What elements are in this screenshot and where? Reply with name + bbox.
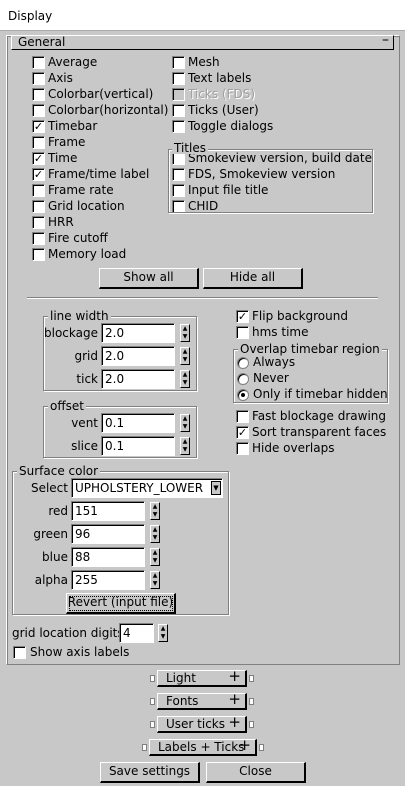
hide-all-button[interactable]: Hide all xyxy=(203,268,303,289)
toggle-dialogs-label: Toggle dialogs xyxy=(188,119,274,133)
hrr-label: HRR xyxy=(48,215,74,229)
surface-select[interactable]: UPHOLSTERY_LOWER ▼ xyxy=(71,478,223,498)
save-settings-button[interactable]: Save settings xyxy=(100,762,200,783)
hms-time-label: hms time xyxy=(252,325,309,339)
select-label: Select xyxy=(30,481,68,495)
average-label: Average xyxy=(48,55,98,69)
window-title: Display xyxy=(8,9,53,23)
fire-cutoff-label: Fire cutoff xyxy=(48,231,108,245)
colorbar-vertical-checkbox[interactable] xyxy=(32,88,45,101)
mesh-label: Mesh xyxy=(188,55,220,69)
colorbar-vertical-label: Colorbar(vertical) xyxy=(48,87,154,101)
ticks-user-label: Ticks (User) xyxy=(188,103,259,117)
timebar-label: Timebar xyxy=(48,119,98,133)
rollout-user-ticks[interactable]: User ticks + xyxy=(150,715,254,733)
toggle-dialogs-checkbox[interactable] xyxy=(172,120,185,133)
memory-load-label: Memory load xyxy=(48,247,127,261)
average-checkbox[interactable] xyxy=(32,56,45,69)
handle-icon xyxy=(249,675,254,682)
handle-icon xyxy=(150,675,155,682)
grid-digits-label: grid location digits: xyxy=(12,626,128,640)
dropdown-arrow-icon[interactable]: ▼ xyxy=(211,481,221,495)
flip-background-label: Flip background xyxy=(252,309,348,323)
handle-icon xyxy=(259,744,264,751)
handle-icon xyxy=(142,744,147,751)
colorbar-horizontal-checkbox[interactable] xyxy=(32,104,45,117)
rollout-label: Fonts xyxy=(166,694,199,708)
line-width-label: line width xyxy=(48,309,111,323)
timebar-checkbox[interactable]: ✓ xyxy=(32,120,45,133)
time-checkbox[interactable]: ✓ xyxy=(32,152,45,165)
mesh-checkbox[interactable] xyxy=(172,56,185,69)
titles-group xyxy=(168,149,373,213)
frame-label: Frame xyxy=(48,135,86,149)
show-axis-labels-checkbox[interactable] xyxy=(13,646,26,659)
flip-background-checkbox[interactable]: ✓ xyxy=(236,310,249,323)
surface-select-value: UPHOLSTERY_LOWER xyxy=(75,481,204,495)
general-header[interactable]: General – xyxy=(11,32,394,50)
fire-cutoff-checkbox[interactable] xyxy=(32,232,45,245)
ticks-fds-label: Ticks (FDS) xyxy=(188,87,256,101)
rollout-fonts[interactable]: Fonts + xyxy=(150,692,254,710)
title-bar: Display xyxy=(0,0,405,31)
colorbar-horizontal-label: Colorbar(horizontal) xyxy=(48,103,169,117)
hrr-checkbox[interactable] xyxy=(32,216,45,229)
hide-overlaps-label: Hide overlaps xyxy=(252,441,335,455)
show-axis-labels-label: Show axis labels xyxy=(30,645,130,659)
handle-icon xyxy=(249,721,254,728)
expand-icon[interactable]: + xyxy=(238,738,251,753)
grid-digits-spinner[interactable]: ▲ ▼ xyxy=(158,624,168,642)
handle-icon xyxy=(150,698,155,705)
rollout-labels-ticks[interactable]: Labels + Ticks + xyxy=(142,738,264,756)
divider xyxy=(27,297,378,299)
overlap-group xyxy=(233,349,388,403)
offset-group xyxy=(43,406,197,458)
surface-color-label: Surface color xyxy=(17,464,101,478)
fast-blockage-drawing-label: Fast blockage drawing xyxy=(252,409,386,423)
expand-icon[interactable]: + xyxy=(228,715,241,730)
text-labels-label: Text labels xyxy=(188,71,252,85)
sort-transparent-faces-label: Sort transparent faces xyxy=(252,425,387,439)
rollout-label: User ticks xyxy=(166,717,226,731)
collapse-icon[interactable]: – xyxy=(382,32,389,48)
text-labels-checkbox[interactable] xyxy=(172,72,185,85)
offset-label: offset xyxy=(48,399,86,413)
overlap-label: Overlap timebar region xyxy=(238,342,382,356)
expand-icon[interactable]: + xyxy=(228,669,241,684)
handle-icon xyxy=(249,698,254,705)
expand-icon[interactable]: + xyxy=(228,692,241,707)
grid-location-checkbox[interactable] xyxy=(32,200,45,213)
axis-label: Axis xyxy=(48,71,73,85)
revert-button[interactable]: Revert (input file) xyxy=(66,593,176,614)
titles-group-label: Titles xyxy=(172,141,208,155)
hms-time-checkbox[interactable] xyxy=(236,326,249,339)
axis-checkbox[interactable] xyxy=(32,72,45,85)
close-button[interactable]: Close xyxy=(206,762,306,783)
grid-location-label: Grid location xyxy=(48,199,125,213)
line-width-group xyxy=(43,316,197,391)
ticks-user-checkbox[interactable] xyxy=(172,104,185,117)
memory-load-checkbox[interactable] xyxy=(32,248,45,261)
hide-overlaps-checkbox[interactable] xyxy=(236,442,249,455)
rollout-light[interactable]: Light + xyxy=(150,669,254,687)
grid-digits-input[interactable]: 4 xyxy=(119,623,154,643)
frame-time-label-checkbox[interactable]: ✓ xyxy=(32,168,45,181)
rollout-label: Light xyxy=(166,671,196,685)
show-all-button[interactable]: Show all xyxy=(99,268,199,289)
handle-icon xyxy=(150,721,155,728)
frame-rate-label: Frame rate xyxy=(48,183,114,197)
sort-transparent-faces-checkbox[interactable]: ✓ xyxy=(236,426,249,439)
rollout-label: Labels + Ticks xyxy=(158,740,245,754)
general-label: General xyxy=(18,35,66,49)
time-label: Time xyxy=(48,151,78,165)
frame-rate-checkbox[interactable] xyxy=(32,184,45,197)
fast-blockage-drawing-checkbox[interactable] xyxy=(236,410,249,423)
frame-time-label-label: Frame/time label xyxy=(48,167,150,181)
frame-checkbox[interactable] xyxy=(32,136,45,149)
ticks-fds-checkbox xyxy=(172,88,185,101)
